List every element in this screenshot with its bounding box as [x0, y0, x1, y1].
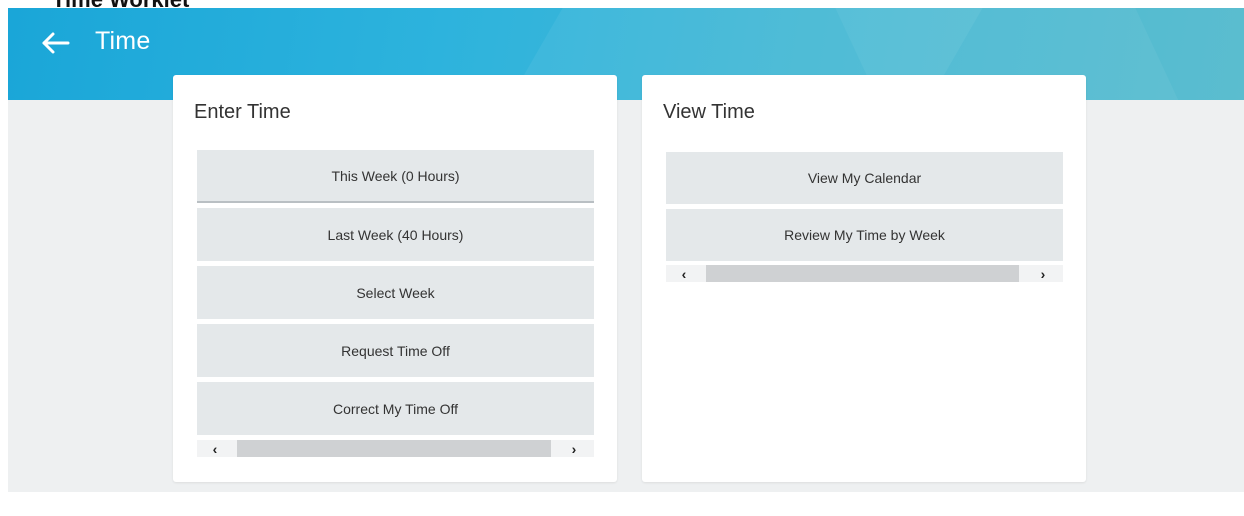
- enter-time-card: Enter Time This Week (0 Hours) Last Week…: [173, 75, 617, 482]
- enter-time-list: This Week (0 Hours) Last Week (40 Hours)…: [197, 150, 594, 440]
- review-my-time-by-week-button[interactable]: Review My Time by Week: [666, 209, 1063, 261]
- enter-time-title: Enter Time: [194, 101, 291, 123]
- arrow-left-icon: [42, 32, 70, 54]
- select-week-button[interactable]: Select Week: [197, 266, 594, 319]
- back-button[interactable]: [38, 28, 74, 58]
- time-app: Time Enter Time This Week (0 Hours) Last…: [8, 8, 1244, 492]
- view-time-card: View Time View My Calendar Review My Tim…: [642, 75, 1086, 482]
- view-time-title: View Time: [663, 101, 755, 123]
- last-week-button[interactable]: Last Week (40 Hours): [197, 208, 594, 261]
- scrollbar-thumb[interactable]: [237, 440, 551, 457]
- request-time-off-button[interactable]: Request Time Off: [197, 324, 594, 377]
- scroll-left-icon[interactable]: ‹: [672, 265, 696, 282]
- correct-my-time-off-button[interactable]: Correct My Time Off: [197, 382, 594, 435]
- scroll-right-icon[interactable]: ›: [562, 440, 586, 457]
- enter-time-scrollbar[interactable]: ‹ ›: [197, 440, 594, 457]
- view-my-calendar-button[interactable]: View My Calendar: [666, 152, 1063, 204]
- view-time-scrollbar[interactable]: ‹ ›: [666, 265, 1063, 282]
- scroll-left-icon[interactable]: ‹: [203, 440, 227, 457]
- scroll-right-icon[interactable]: ›: [1031, 265, 1055, 282]
- this-week-button[interactable]: This Week (0 Hours): [197, 150, 594, 203]
- view-time-list: View My Calendar Review My Time by Week: [666, 152, 1063, 266]
- page-title: Time: [95, 27, 151, 55]
- scrollbar-thumb[interactable]: [706, 265, 1019, 282]
